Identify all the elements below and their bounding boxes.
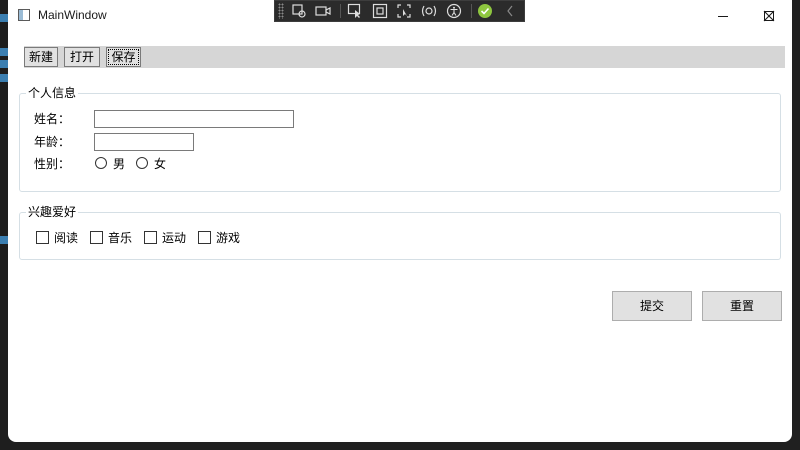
live-visual-tree-icon[interactable] — [288, 2, 310, 20]
submit-button[interactable]: 提交 — [612, 291, 692, 321]
debug-toolbar — [274, 0, 525, 22]
collapse-chevron-icon[interactable] — [499, 2, 521, 20]
hot-reload-icon[interactable] — [418, 2, 440, 20]
open-button[interactable]: 打开 — [64, 47, 100, 67]
name-label: 姓名： — [34, 112, 71, 126]
select-element-icon[interactable] — [344, 2, 366, 20]
age-input[interactable] — [94, 133, 194, 151]
hobby-reading-checkbox[interactable] — [36, 231, 49, 244]
hobby-music-checkbox[interactable] — [90, 231, 103, 244]
track-focus-icon[interactable] — [394, 2, 416, 20]
hobby-games-label[interactable]: 游戏 — [216, 231, 240, 245]
gender-female-radio[interactable] — [136, 157, 148, 169]
gender-male-radio[interactable] — [95, 157, 107, 169]
status-ok-icon[interactable] — [475, 2, 497, 20]
gender-female-label[interactable]: 女 — [154, 157, 166, 171]
toolbar-separator — [340, 4, 342, 18]
reset-button[interactable]: 重置 — [702, 291, 782, 321]
hobby-reading-label[interactable]: 阅读 — [54, 231, 78, 245]
display-adorners-icon[interactable] — [369, 2, 391, 20]
window-title: MainWindow — [38, 8, 107, 22]
drag-grip-icon[interactable] — [278, 3, 284, 19]
close-icon — [763, 10, 775, 21]
toolbar: 新建 打开 保存 — [24, 46, 785, 68]
hobby-games-checkbox[interactable] — [198, 231, 211, 244]
minimize-button[interactable] — [700, 0, 746, 31]
hobby-sports-label[interactable]: 运动 — [162, 231, 186, 245]
hobbies-title: 兴趣爱好 — [26, 205, 79, 219]
gender-male-label[interactable]: 男 — [113, 157, 125, 171]
app-icon — [18, 9, 30, 21]
hobby-music-label[interactable]: 音乐 — [108, 231, 132, 245]
hobby-sports-checkbox[interactable] — [144, 231, 157, 244]
toolbar-separator-2 — [470, 4, 472, 18]
name-input[interactable] — [94, 110, 294, 128]
age-label: 年龄： — [34, 135, 71, 149]
accessibility-icon[interactable] — [443, 2, 465, 20]
minimize-icon — [718, 15, 728, 17]
personal-info-title: 个人信息 — [26, 86, 79, 100]
new-button[interactable]: 新建 — [24, 47, 58, 67]
hobbies-group: 兴趣爱好 — [19, 205, 781, 260]
close-button[interactable] — [746, 0, 792, 31]
save-button[interactable]: 保存 — [106, 47, 141, 67]
main-window: MainWindow 新建 打开 保存 个人信息 姓名： 年龄： 性别： 男 女… — [8, 0, 792, 442]
gender-label: 性别： — [34, 157, 71, 171]
video-icon[interactable] — [313, 2, 335, 20]
